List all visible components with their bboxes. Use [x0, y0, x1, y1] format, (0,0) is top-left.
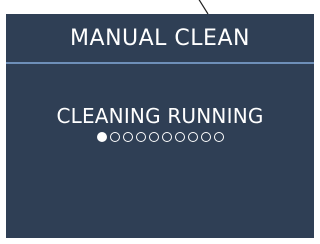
progress-dot-empty [161, 132, 172, 142]
progress-dot-empty [109, 132, 120, 142]
device-screen: MANUAL CLEAN CLEANING RUNNING [6, 14, 314, 238]
progress-dot-empty [148, 132, 159, 142]
progress-dot-empty [200, 132, 211, 142]
progress-dot-empty [122, 132, 133, 142]
progress-dot-empty [187, 132, 198, 142]
progress-dot-empty [135, 132, 146, 142]
pointer-cursor-icon [198, 0, 209, 14]
progress-dot-filled [96, 132, 107, 142]
top-strip [0, 0, 320, 14]
screen-header: MANUAL CLEAN [6, 14, 314, 61]
progress-dot-empty [174, 132, 185, 142]
progress-dot-empty [213, 132, 224, 142]
status-text: CLEANING RUNNING [56, 104, 264, 128]
progress-indicator [6, 132, 314, 142]
header-divider [6, 62, 314, 64]
screen-title: MANUAL CLEAN [70, 26, 250, 51]
